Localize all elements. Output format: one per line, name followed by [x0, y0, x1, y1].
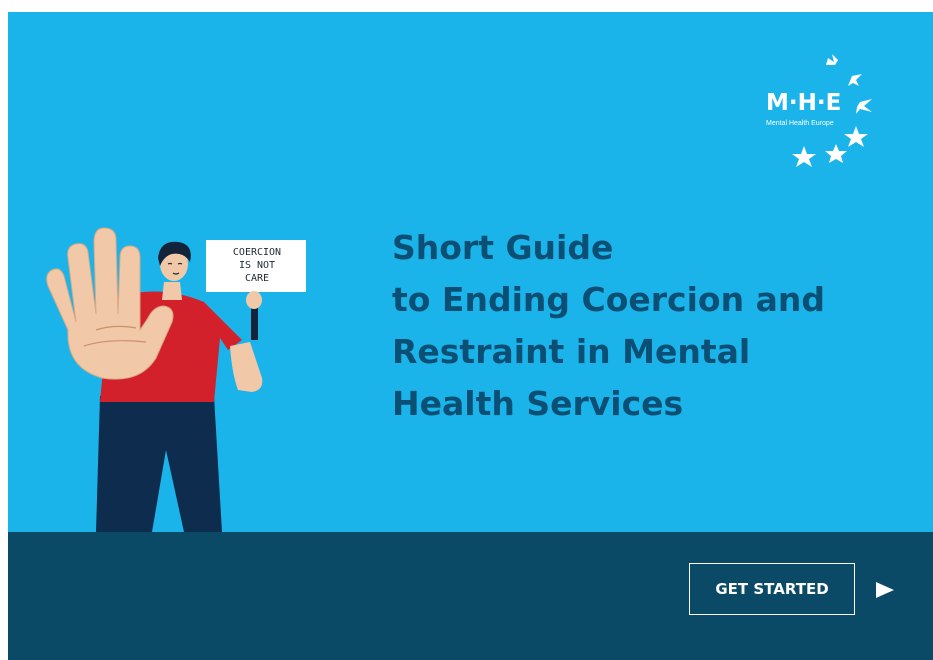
play-triangle-icon[interactable]	[874, 580, 896, 600]
protester-illustration: COERCION IS NOT CARE	[46, 227, 306, 532]
logo-mark: M·H·E	[766, 90, 842, 116]
sign-line-1: COERCION	[233, 247, 281, 258]
title-line-1: Short Guide	[392, 228, 614, 267]
title-line-4: Health Services	[392, 384, 684, 423]
title-line-3: Restraint in Mental	[392, 332, 751, 371]
mhe-logo: M·H·E Mental Health Europe	[760, 50, 890, 170]
get-started-button[interactable]: GET STARTED	[689, 563, 855, 615]
page-title: Short Guide to Ending Coercion and Restr…	[392, 222, 912, 430]
logo-subtitle: Mental Health Europe	[766, 120, 834, 127]
sign-line-3: CARE	[245, 273, 269, 284]
pants	[96, 396, 222, 532]
title-line-2: to Ending Coercion and	[392, 280, 825, 319]
hero-section: M·H·E Mental Health Europe COERCION IS N…	[8, 12, 933, 532]
sign-line-2: IS NOT	[239, 260, 275, 271]
